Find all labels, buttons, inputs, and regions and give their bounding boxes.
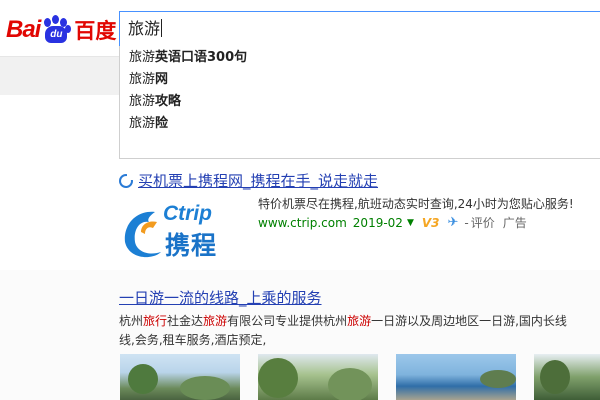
ctrip-logo-image[interactable]: Ctrip 携程 — [119, 196, 241, 266]
result-meta: www.ctrip.com 2019-02 ▼ V3 ✈ - 评价 广告 — [258, 214, 527, 231]
dolphin-icon — [124, 211, 161, 258]
result-ctrip: 买机票上携程网_携程在手_说走就走 Ctrip 携程 特价机票尽在携程,航班动态… — [0, 166, 600, 266]
v3-badge[interactable]: V3 — [422, 216, 440, 230]
ad-label: 广告 — [502, 216, 527, 230]
description-text: 有限公司专业提供杭州 — [227, 314, 348, 328]
suggestion-item[interactable]: 旅游英语口语300句 — [120, 47, 600, 69]
result2-description: 杭州旅行社金达旅游有限公司专业提供杭州旅游一日游以及周边地区一日游,国内长线 — [119, 311, 600, 331]
evaluate-link[interactable]: 评价 — [471, 214, 495, 231]
suggestion-item[interactable]: 旅游网 — [120, 69, 600, 91]
suggestion-suffix: 险 — [155, 116, 169, 131]
highlighted-keyword: 旅游 — [203, 314, 228, 328]
suggestion-query: 旅游 — [129, 50, 156, 65]
description-text: 杭州 — [119, 314, 144, 328]
search-input-value: 旅游 — [128, 19, 161, 38]
result-url[interactable]: www.ctrip.com — [258, 216, 347, 230]
meta-separator: - — [464, 215, 469, 230]
result-description: 特价机票尽在携程,航班动态实时查询,24小时为您贴心服务! — [258, 197, 574, 211]
description-text: 社金达 — [167, 314, 204, 328]
highlighted-keyword: 旅行 — [143, 314, 168, 328]
ctrip-logo-en: Ctrip — [163, 202, 212, 225]
thumbnail-image-4[interactable] — [534, 354, 600, 400]
suggestion-query: 旅游 — [129, 94, 156, 109]
thumbnail-image-3[interactable] — [396, 354, 516, 400]
suggestion-suffix: 英语口语300句 — [155, 50, 248, 65]
highlighted-keyword: 旅游 — [347, 314, 372, 328]
description-text: 一日游以及周边地区一日游,国内长线 — [371, 314, 567, 328]
plane-icon: ✈ — [447, 215, 459, 230]
ctrip-logo-cn: 携程 — [165, 231, 218, 260]
suggestion-item[interactable]: 旅游险 — [120, 113, 600, 135]
thumbnail-image-1[interactable] — [120, 354, 240, 400]
suggestion-suffix: 攻略 — [155, 94, 182, 109]
logo-bai-text: Bai — [6, 16, 41, 43]
suggestion-suffix: 网 — [155, 72, 169, 87]
search-input[interactable]: 旅游 — [119, 11, 600, 47]
baidu-logo[interactable]: Bai du 百度 — [6, 12, 116, 48]
result-date: 2019-02 — [352, 215, 403, 230]
text-caret — [161, 19, 163, 37]
tab-bar-background — [0, 56, 120, 95]
logo-cn-text: 百度 — [74, 19, 117, 43]
result2-description-line2: 线,会务,租车服务,酒店预定, — [119, 333, 267, 347]
dropdown-arrow-icon[interactable]: ▼ — [407, 218, 414, 228]
search-suggestions: 旅游英语口语300句 旅游网 旅游攻略 旅游险 — [119, 46, 600, 159]
result-title-link[interactable]: 买机票上携程网_携程在手_说走就走 — [119, 170, 378, 191]
suggestion-query: 旅游 — [129, 116, 156, 131]
suggestion-item[interactable]: 旅游攻略 — [120, 91, 600, 113]
ad-brand-icon — [119, 173, 133, 188]
result2-title-link[interactable]: 一日游一流的线路_上乘的服务 — [119, 287, 322, 308]
suggestion-query: 旅游 — [129, 72, 156, 87]
paw-icon: du — [41, 15, 72, 45]
logo-du-text: du — [45, 26, 68, 43]
result-title-text: 买机票上携程网_携程在手_说走就走 — [138, 172, 379, 190]
thumbnail-image-2[interactable] — [258, 354, 378, 400]
